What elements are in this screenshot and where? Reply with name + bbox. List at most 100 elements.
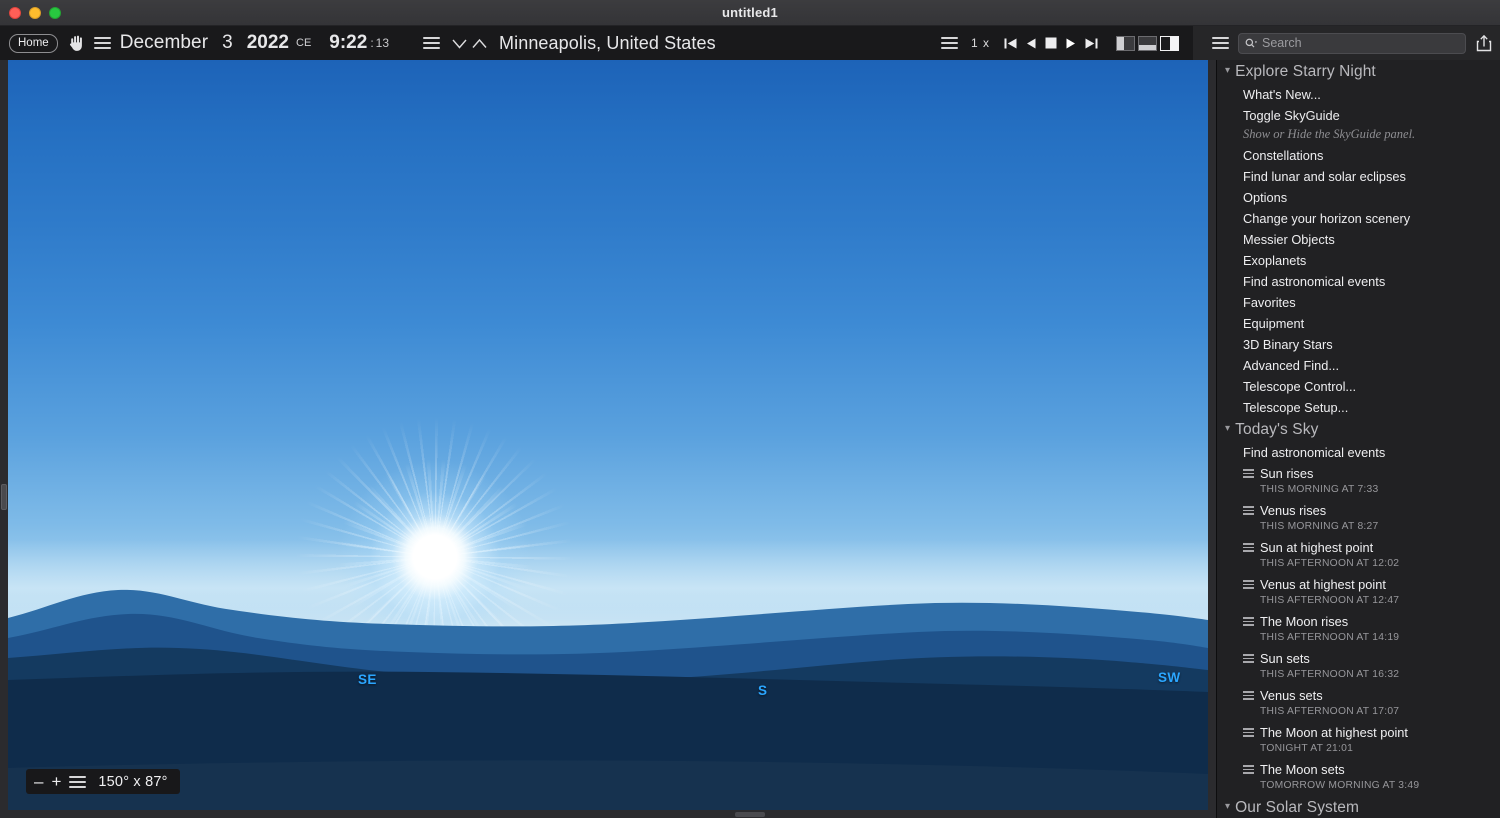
skip-to-start-button[interactable]: [1004, 37, 1017, 50]
event-grip-icon[interactable]: [1243, 580, 1254, 589]
chevron-up-icon[interactable]: [471, 37, 488, 50]
sidebar-item[interactable]: Telescope Setup...: [1217, 397, 1500, 418]
sidebar-event-item[interactable]: Venus at highest point: [1217, 574, 1500, 593]
zoom-in-button[interactable]: +: [51, 773, 61, 790]
sidebar-event-item[interactable]: The Moon at highest point: [1217, 722, 1500, 741]
search-box[interactable]: [1238, 33, 1466, 54]
skyguide-sidebar[interactable]: ▾Explore Starry NightWhat's New...Toggle…: [1216, 60, 1500, 818]
sidebar-event-label: Venus at highest point: [1260, 576, 1386, 593]
chevron-down-icon[interactable]: ▾: [1225, 802, 1230, 812]
search-icon[interactable]: [1245, 37, 1258, 50]
sidebar-item[interactable]: Options: [1217, 187, 1500, 208]
search-area: [1193, 26, 1500, 60]
sky-view[interactable]: SE S SW – + 150° x 87°: [8, 60, 1208, 810]
bottom-resize-handle[interactable]: [735, 812, 765, 817]
date-menu-icon[interactable]: [94, 37, 111, 49]
location-menu-icon[interactable]: [423, 37, 440, 49]
event-grip-icon[interactable]: [1243, 691, 1254, 700]
compass-label-se: SE: [358, 672, 377, 687]
left-resize-handle[interactable]: [1, 484, 7, 510]
search-input[interactable]: [1262, 36, 1459, 50]
sidebar-section-explore-starry-night[interactable]: ▾Explore Starry Night: [1217, 60, 1500, 84]
clock-hours-minutes[interactable]: 9:22: [329, 32, 367, 54]
sidebar-event-time: THIS MORNING AT 8:27: [1217, 519, 1500, 537]
hand-icon[interactable]: [68, 34, 85, 52]
layout-left-panel-button[interactable]: [1116, 36, 1135, 51]
sidebar-item[interactable]: Find astronomical events: [1217, 442, 1500, 463]
sidebar-section-title: Our Solar System: [1235, 799, 1359, 817]
event-grip-icon[interactable]: [1243, 654, 1254, 663]
chevron-down-icon[interactable]: [451, 37, 468, 50]
sidebar-event-time: TOMORROW MORNING AT 3:49: [1217, 778, 1500, 796]
date-day[interactable]: 3: [222, 32, 233, 54]
event-grip-icon[interactable]: [1243, 728, 1254, 737]
sidebar-event-item[interactable]: The Moon sets: [1217, 759, 1500, 778]
sidebar-event-item[interactable]: The Moon rises: [1217, 611, 1500, 630]
event-grip-icon[interactable]: [1243, 617, 1254, 626]
sidebar-content: ▾Explore Starry NightWhat's New...Toggle…: [1217, 60, 1500, 818]
sidebar-event-item[interactable]: Sun sets: [1217, 648, 1500, 667]
sidebar-event-label: Venus rises: [1260, 502, 1326, 519]
sidebar-event-label: Sun at highest point: [1260, 539, 1373, 556]
stop-button[interactable]: [1045, 37, 1057, 49]
sidebar-item[interactable]: Constellations: [1217, 145, 1500, 166]
sidebar-item[interactable]: What's New...: [1217, 84, 1500, 105]
sidebar-item[interactable]: Exoplanets: [1217, 250, 1500, 271]
sidebar-event-time: TONIGHT AT 21:01: [1217, 741, 1500, 759]
sidebar-event-item[interactable]: Venus sets: [1217, 685, 1500, 704]
sidebar-menu-icon[interactable]: [1212, 37, 1229, 49]
sidebar-item-hint: Show or Hide the SkyGuide panel.: [1217, 126, 1500, 145]
sidebar-event-label: Sun sets: [1260, 650, 1310, 667]
compass-label-sw: SW: [1158, 670, 1181, 685]
sidebar-item[interactable]: Messier Objects: [1217, 229, 1500, 250]
fov-value: 150° x 87°: [98, 774, 167, 790]
chevron-down-icon[interactable]: ▾: [1225, 424, 1230, 434]
sidebar-event-time: THIS AFTERNOON AT 16:32: [1217, 667, 1500, 685]
sidebar-item[interactable]: Toggle SkyGuide: [1217, 105, 1500, 126]
sidebar-item[interactable]: Find astronomical events: [1217, 271, 1500, 292]
step-back-button[interactable]: [1026, 37, 1036, 50]
event-grip-icon[interactable]: [1243, 765, 1254, 774]
sidebar-section-todays-sky[interactable]: ▾Today's Sky: [1217, 418, 1500, 442]
compass-label-s: S: [758, 683, 767, 698]
sidebar-event-label: The Moon rises: [1260, 613, 1348, 630]
event-grip-icon[interactable]: [1243, 543, 1254, 552]
sidebar-item[interactable]: 3D Binary Stars: [1217, 334, 1500, 355]
sidebar-section-our-solar-system[interactable]: ▾ Our Solar System: [1217, 796, 1500, 818]
window-title: untitled1: [0, 5, 1500, 20]
sidebar-event-item[interactable]: Venus rises: [1217, 500, 1500, 519]
share-icon[interactable]: [1476, 34, 1492, 52]
sidebar-item[interactable]: Favorites: [1217, 292, 1500, 313]
sidebar-event-label: Sun rises: [1260, 465, 1313, 482]
layout-right-panel-button[interactable]: [1160, 36, 1179, 51]
fov-menu-icon[interactable]: [69, 776, 86, 788]
home-button[interactable]: Home: [9, 34, 58, 53]
sidebar-event-time: THIS AFTERNOON AT 14:19: [1217, 630, 1500, 648]
toolbar-left-group: Home December 3 2022 CE 9:22 : 13 Minnea…: [0, 26, 716, 60]
field-of-view-widget[interactable]: – + 150° x 87°: [26, 769, 180, 794]
sidebar-event-item[interactable]: Sun at highest point: [1217, 537, 1500, 556]
sidebar-item[interactable]: Equipment: [1217, 313, 1500, 334]
time-speed-label[interactable]: 1 x: [971, 36, 990, 50]
layout-bottom-panel-button[interactable]: [1138, 36, 1157, 51]
clock-seconds[interactable]: 13: [376, 36, 389, 50]
sidebar-event-item[interactable]: Sun rises: [1217, 463, 1500, 482]
sidebar-item[interactable]: Change your horizon scenery: [1217, 208, 1500, 229]
date-era[interactable]: CE: [296, 37, 311, 49]
location-label[interactable]: Minneapolis, United States: [499, 33, 716, 54]
chevron-down-icon[interactable]: ▾: [1225, 66, 1230, 76]
zoom-out-button[interactable]: –: [34, 773, 43, 790]
time-flow-menu-icon[interactable]: [941, 37, 958, 49]
date-month[interactable]: December: [120, 32, 208, 54]
skip-to-end-button[interactable]: [1085, 37, 1098, 50]
event-grip-icon[interactable]: [1243, 506, 1254, 515]
sidebar-item[interactable]: Advanced Find...: [1217, 355, 1500, 376]
sidebar-item[interactable]: Telescope Control...: [1217, 376, 1500, 397]
sidebar-event-time: THIS AFTERNOON AT 12:02: [1217, 556, 1500, 574]
sidebar-item[interactable]: Find lunar and solar eclipses: [1217, 166, 1500, 187]
sidebar-event-time: THIS AFTERNOON AT 12:47: [1217, 593, 1500, 611]
date-year[interactable]: 2022: [247, 32, 289, 54]
location-stepper[interactable]: [451, 37, 488, 50]
event-grip-icon[interactable]: [1243, 469, 1254, 478]
play-button[interactable]: [1066, 37, 1076, 50]
